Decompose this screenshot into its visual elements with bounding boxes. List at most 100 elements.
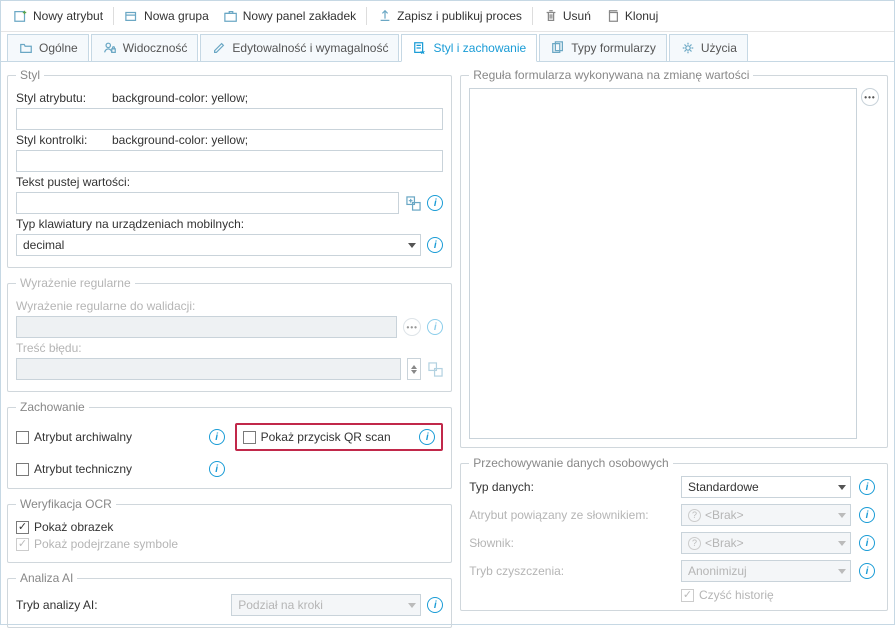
checkbox-label: Atrybut techniczny [34,462,132,476]
separator [366,7,367,25]
save-publish-button[interactable]: Zapisz i publikuj proces [371,5,528,27]
clean-history-checkbox: Czyść historię [681,588,851,602]
toolbar-label: Klonuj [625,9,658,23]
clean-mode-value: Anonimizuj [688,564,747,578]
clean-mode-label: Tryb czyszczenia: [469,564,673,578]
info-icon[interactable]: i [427,597,443,613]
tab-form-types[interactable]: Typy formularzy [539,34,667,61]
chevron-down-icon [408,603,416,608]
toolbar-label: Zapisz i publikuj proces [397,9,522,23]
plus-box-icon [13,8,29,24]
tabs-icon [223,8,239,24]
clone-button[interactable]: Klonuj [599,5,664,27]
group-legend: Przechowywanie danych osobowych [469,456,672,470]
info-icon[interactable]: i [419,429,435,445]
dict-select: ? <Brak> [681,532,851,554]
style-group: Styl Styl atrybutu: background-color: ye… [7,68,452,268]
formula-textarea[interactable] [469,88,857,439]
toolbar-label: Nowy atrybut [33,9,103,23]
attr-style-label: Styl atrybutu: [16,91,106,105]
data-type-value: Standardowe [688,480,759,494]
toolbar-label: Usuń [563,9,591,23]
info-icon[interactable]: i [427,195,443,211]
ctrl-style-value: background-color: yellow; [112,133,248,147]
tab-label: Użycia [701,41,737,55]
checkbox-box [16,521,29,534]
group-legend: Reguła formularza wykonywana na zmianę w… [469,68,753,82]
regex-input [16,316,397,338]
new-panel-button[interactable]: Nowy panel zakładek [217,5,362,27]
tab-bar: Ogólne Widoczność Edytowalność i wymagal… [1,32,894,62]
tab-usage[interactable]: Użycia [669,34,748,61]
dict-attr-value: <Brak> [705,508,744,522]
left-column: Styl Styl atrybutu: background-color: ye… [7,68,452,615]
checkbox-box [16,431,29,444]
right-column: Reguła formularza wykonywana na zmianę w… [460,68,888,615]
checkbox-label: Pokaż podejrzane symbole [34,537,178,551]
group-legend: Wyrażenie regularne [16,276,135,290]
data-type-select[interactable]: Standardowe [681,476,851,498]
tab-editability[interactable]: Edytowalność i wymagalność [200,34,399,61]
attr-style-value: background-color: yellow; [112,91,248,105]
behavior-group: Zachowanie Atrybut archiwalny i Poka [7,400,452,489]
ai-group: Analiza AI Tryb analizy AI: Podział na k… [7,571,452,628]
tab-label: Widoczność [123,41,188,55]
form-star-icon [412,40,428,56]
ctrl-style-label: Styl kontrolki: [16,133,106,147]
pencil-icon [211,40,227,56]
translate-icon [427,361,443,377]
info-icon[interactable]: i [859,535,875,551]
tab-style[interactable]: Styl i zachowanie [401,34,537,62]
attr-style-input[interactable] [16,108,443,130]
checkbox-label: Pokaż obrazek [34,520,113,534]
kb-type-select[interactable]: decimal [16,234,421,256]
copy-icon [605,8,621,24]
chevron-down-icon [408,243,416,248]
dict-attr-label: Atrybut powiązany ze słownikiem: [469,508,673,522]
storage-group: Przechowywanie danych osobowych Typ dany… [460,456,888,611]
info-icon[interactable]: i [859,479,875,495]
empty-text-input[interactable] [16,192,399,214]
checkbox-box [681,589,694,602]
chevron-down-icon [838,569,846,574]
info-icon: i [427,319,443,335]
tab-label: Styl i zachowanie [433,41,526,55]
ocr-group: Weryfikacja OCR Pokaż obrazek Pokaż pode… [7,497,452,563]
tab-general[interactable]: Ogólne [7,34,89,61]
err-label: Treść błędu: [16,341,82,355]
regex-label: Wyrażenie regularne do walidacji: [16,299,195,313]
tab-label: Typy formularzy [571,41,656,55]
checkbox-box [16,463,29,476]
archive-checkbox[interactable]: Atrybut archiwalny [16,430,132,444]
kb-type-value: decimal [23,238,64,252]
ai-mode-label: Tryb analizy AI: [16,598,225,612]
info-icon[interactable]: i [209,429,225,445]
qr-scan-checkbox[interactable]: Pokaż przycisk QR scan [243,430,391,444]
ai-mode-select: Podział na kroki [231,594,421,616]
group-legend: Zachowanie [16,400,89,414]
technical-checkbox[interactable]: Atrybut techniczny [16,462,132,476]
info-icon[interactable]: i [427,237,443,253]
chevron-down-icon [838,513,846,518]
empty-text-label: Tekst pustej wartości: [16,175,130,189]
tab-visibility[interactable]: Widoczność [91,34,199,61]
new-attribute-button[interactable]: Nowy atrybut [7,5,109,27]
info-icon[interactable]: i [859,507,875,523]
info-icon[interactable]: i [859,563,875,579]
ellipsis-button[interactable]: ••• [861,88,879,106]
spinner [407,358,421,380]
gear-icon [680,40,696,56]
tab-label: Ogólne [39,41,78,55]
checkbox-label: Atrybut archiwalny [34,430,132,444]
info-icon[interactable]: i [209,461,225,477]
ellipsis-button: ••• [403,318,421,336]
show-image-checkbox[interactable]: Pokaż obrazek [16,520,113,534]
translate-icon[interactable] [405,195,421,211]
formula-group: Reguła formularza wykonywana na zmianę w… [460,68,888,448]
new-group-button[interactable]: Nowa grupa [118,5,215,27]
checkbox-box [243,431,256,444]
ctrl-style-input[interactable] [16,150,443,172]
group-legend: Analiza AI [16,571,77,585]
delete-button[interactable]: Usuń [537,5,597,27]
toolbar-label: Nowa grupa [144,9,209,23]
